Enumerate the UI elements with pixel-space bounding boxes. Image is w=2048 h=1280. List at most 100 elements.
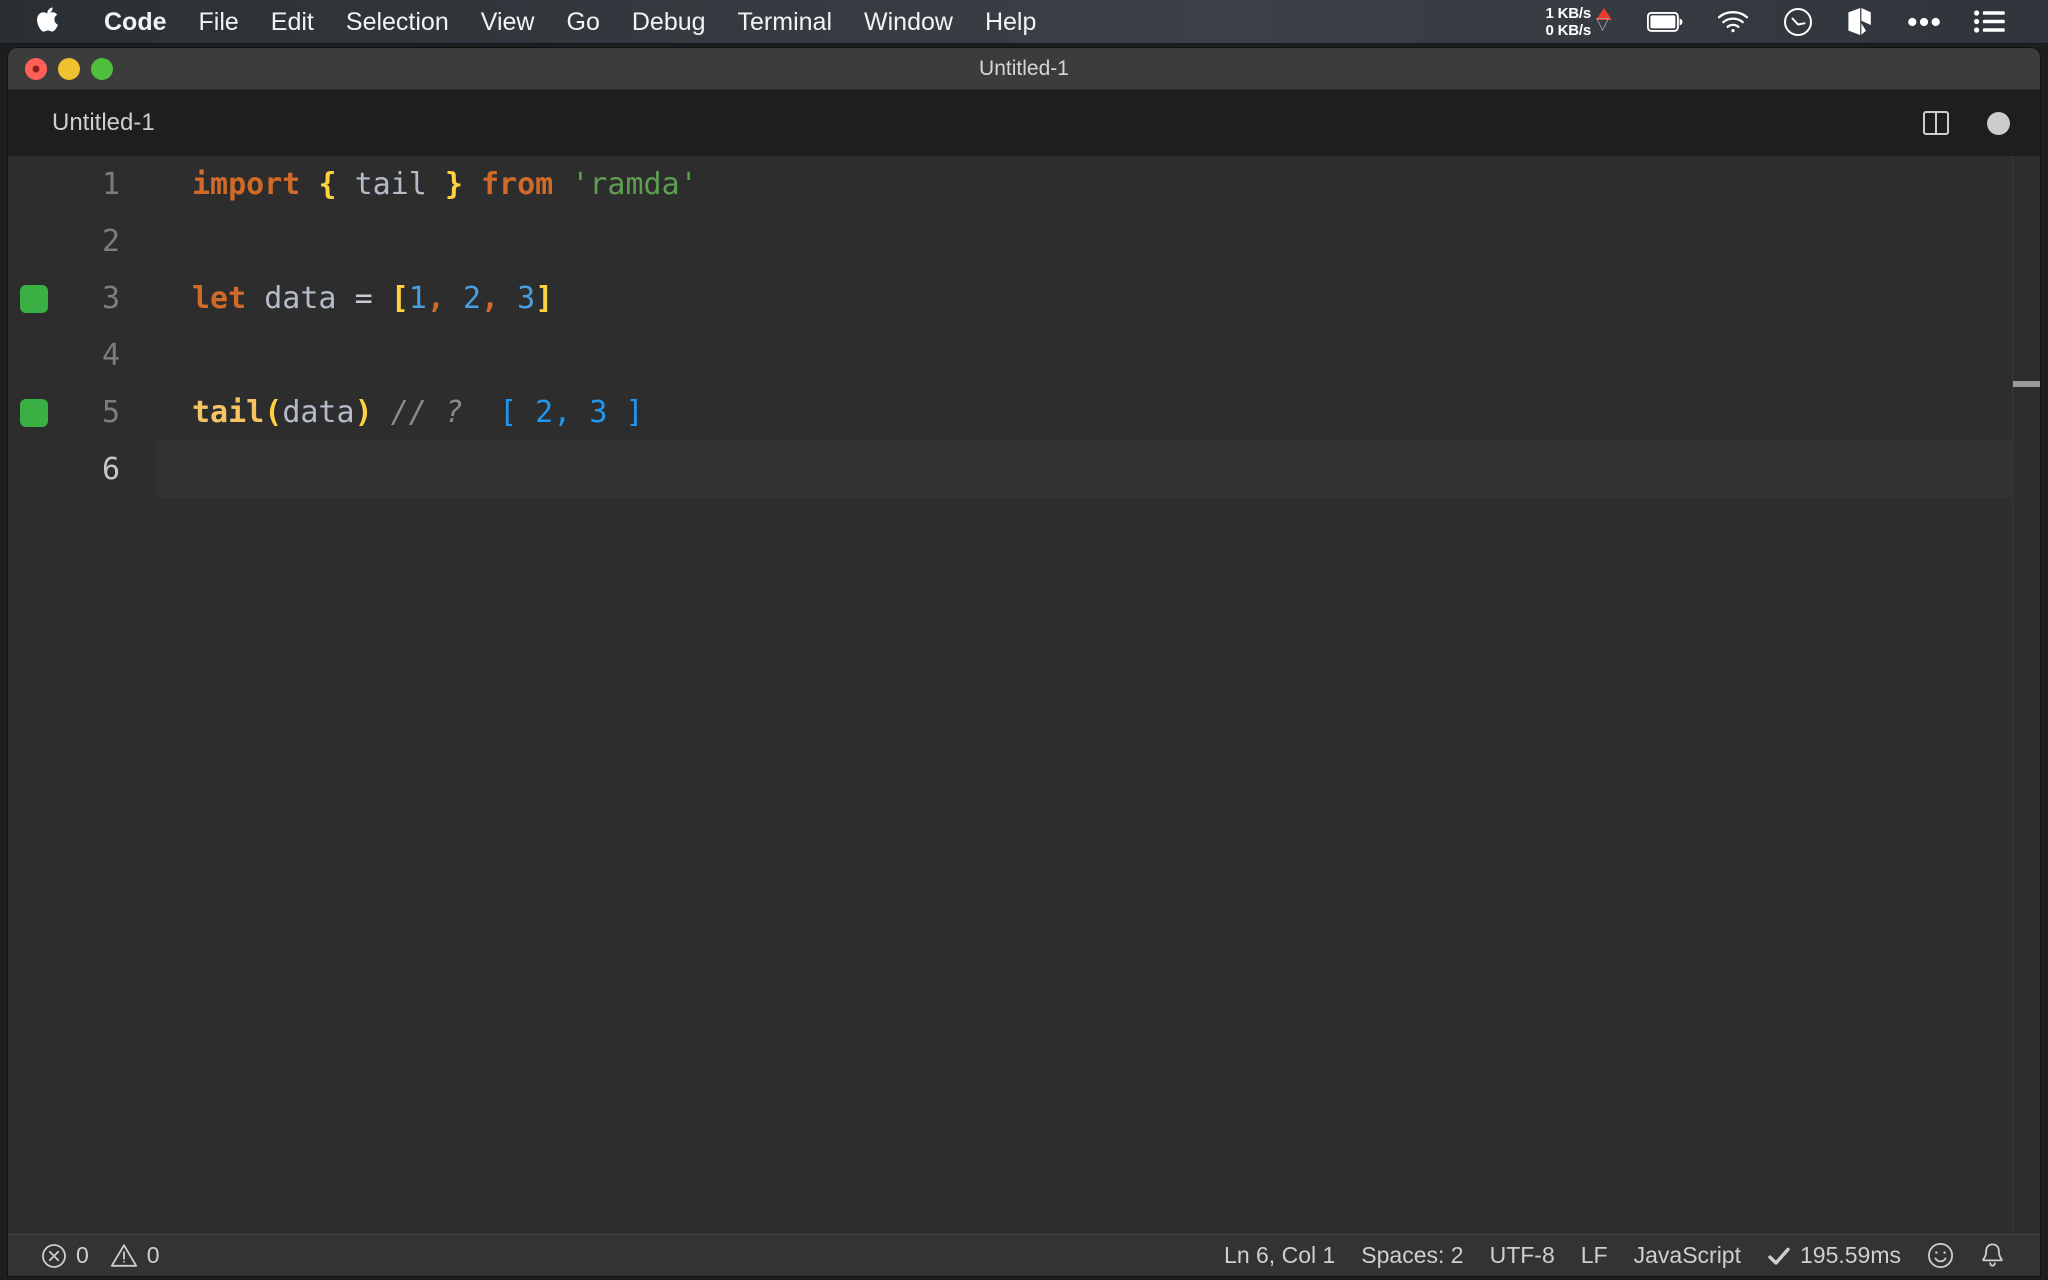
run-time-value: 195.59ms: [1799, 1242, 1901, 1268]
code-token: ,: [481, 281, 500, 316]
gauge-circle-icon[interactable]: [1766, 0, 1830, 44]
code-token: ,: [426, 281, 445, 316]
code-line[interactable]: 3 let data = [1, 2, 3]: [8, 270, 2040, 327]
gutter-run-indicator[interactable]: [20, 398, 48, 427]
gutter-run-indicator[interactable]: [20, 284, 48, 313]
wifi-icon[interactable]: [1700, 0, 1766, 44]
scrollbar-marker: [2013, 381, 2040, 387]
window-title: Untitled-1: [979, 56, 1069, 80]
menu-item-debug[interactable]: Debug: [616, 0, 722, 44]
ellipsis-icon[interactable]: [1891, 0, 1957, 44]
code-line[interactable]: 5 tail(data) // ? [ 2, 3 ]: [8, 384, 2040, 441]
code-token: from: [481, 167, 554, 202]
bell-icon: [1980, 1242, 2005, 1269]
status-encoding[interactable]: UTF-8: [1477, 1235, 1568, 1277]
code-token: {: [318, 167, 337, 202]
code-token: data: [282, 395, 355, 430]
menu-item-view[interactable]: View: [465, 0, 551, 44]
network-speed-indicator[interactable]: 1 KB/s 0 KB/s: [1545, 0, 1612, 44]
code-token: let: [192, 281, 247, 316]
tab-untitled-1[interactable]: Untitled-1: [8, 90, 338, 156]
code-token: [ 2, 3 ]: [499, 395, 644, 430]
error-count: 0: [76, 1242, 89, 1268]
minimize-button[interactable]: [58, 57, 80, 80]
code-token: import: [192, 167, 301, 202]
status-run-time[interactable]: 195.59ms: [1754, 1235, 1914, 1277]
code-token: ]: [535, 281, 554, 316]
line-content[interactable]: [156, 213, 2040, 270]
line-number: 2: [101, 224, 120, 259]
split-editor-icon[interactable]: [1919, 106, 1953, 140]
menu-item-edit[interactable]: Edit: [255, 0, 330, 44]
code-line[interactable]: 4: [8, 327, 2040, 384]
code-token: tail: [192, 395, 265, 430]
status-eol[interactable]: LF: [1568, 1235, 1621, 1277]
battery-icon[interactable]: [1630, 0, 1700, 44]
menu-bar-status-tray: 1 KB/s 0 KB/s: [1546, 0, 2048, 44]
code-line[interactable]: 2: [8, 213, 2040, 270]
code-token: =: [354, 281, 373, 316]
menu-item-help[interactable]: Help: [969, 0, 1052, 44]
status-feedback[interactable]: [1914, 1235, 1967, 1277]
status-cursor-position[interactable]: Ln 6, Col 1: [1211, 1235, 1348, 1277]
code-token: }: [444, 167, 463, 202]
line-content[interactable]: import { tail } from 'ramda': [156, 156, 2040, 213]
zoom-button[interactable]: [91, 57, 113, 80]
code-token: tail: [354, 167, 427, 202]
unsaved-changes-dot[interactable]: [1987, 111, 2010, 135]
status-notifications[interactable]: [1967, 1235, 2018, 1277]
status-indentation[interactable]: Spaces: 2: [1348, 1235, 1476, 1277]
tab-bar-filler: [338, 90, 1919, 156]
error-circle-icon: [41, 1243, 67, 1269]
menu-item-code[interactable]: Code: [88, 0, 183, 44]
line-content[interactable]: [156, 441, 2040, 498]
editor-scrollbar[interactable]: [2012, 156, 2040, 1234]
warning-count: 0: [146, 1242, 160, 1268]
download-arrow-icon: [1596, 15, 1612, 35]
code-token: (: [264, 395, 283, 430]
macos-menu-bar: Code File Edit Selection View Go Debug T…: [0, 0, 2048, 44]
code-token: // ?: [390, 395, 463, 430]
code-token: 2: [462, 281, 481, 316]
code-line[interactable]: 1 import { tail } from 'ramda': [8, 156, 2040, 213]
code-line[interactable]: 6: [8, 441, 2040, 498]
apple-logo-icon[interactable]: [34, 7, 60, 37]
editor-tab-bar: Untitled-1: [8, 90, 2040, 156]
line-content[interactable]: let data = [1, 2, 3]: [156, 270, 2040, 327]
menu-item-file[interactable]: File: [183, 0, 255, 44]
warning-triangle-icon: [110, 1243, 138, 1268]
list-menu-icon[interactable]: [1957, 0, 2022, 44]
checkmark-icon: [1767, 1246, 1791, 1266]
tab-label: Untitled-1: [52, 109, 155, 136]
menu-item-go[interactable]: Go: [551, 0, 616, 44]
menu-item-window[interactable]: Window: [848, 0, 969, 44]
status-problems[interactable]: 0 0: [28, 1235, 173, 1277]
vscode-window: Untitled-1 Untitled-1 1 import { tail } f…: [8, 48, 2040, 1276]
code-token: 3: [517, 281, 536, 316]
line-number: 4: [101, 338, 120, 373]
code-token: [: [390, 281, 409, 316]
line-content[interactable]: [156, 327, 2040, 384]
line-content[interactable]: tail(data) // ? [ 2, 3 ]: [156, 384, 2040, 441]
code-surface[interactable]: 1 import { tail } from 'ramda' 2 3 let data …: [8, 156, 2040, 1234]
window-title-bar: Untitled-1: [8, 48, 2040, 90]
cube-icon[interactable]: [1830, 0, 1891, 44]
status-language-mode[interactable]: JavaScript: [1621, 1235, 1754, 1277]
download-speed: 0 KB/s: [1545, 21, 1592, 39]
close-button[interactable]: [25, 57, 47, 80]
line-number: 1: [101, 167, 120, 202]
code-token: 1: [408, 281, 427, 316]
code-editor[interactable]: 1 import { tail } from 'ramda' 2 3 let data …: [8, 156, 2040, 1234]
menu-item-selection[interactable]: Selection: [330, 0, 465, 44]
menu-item-terminal[interactable]: Terminal: [722, 0, 848, 44]
